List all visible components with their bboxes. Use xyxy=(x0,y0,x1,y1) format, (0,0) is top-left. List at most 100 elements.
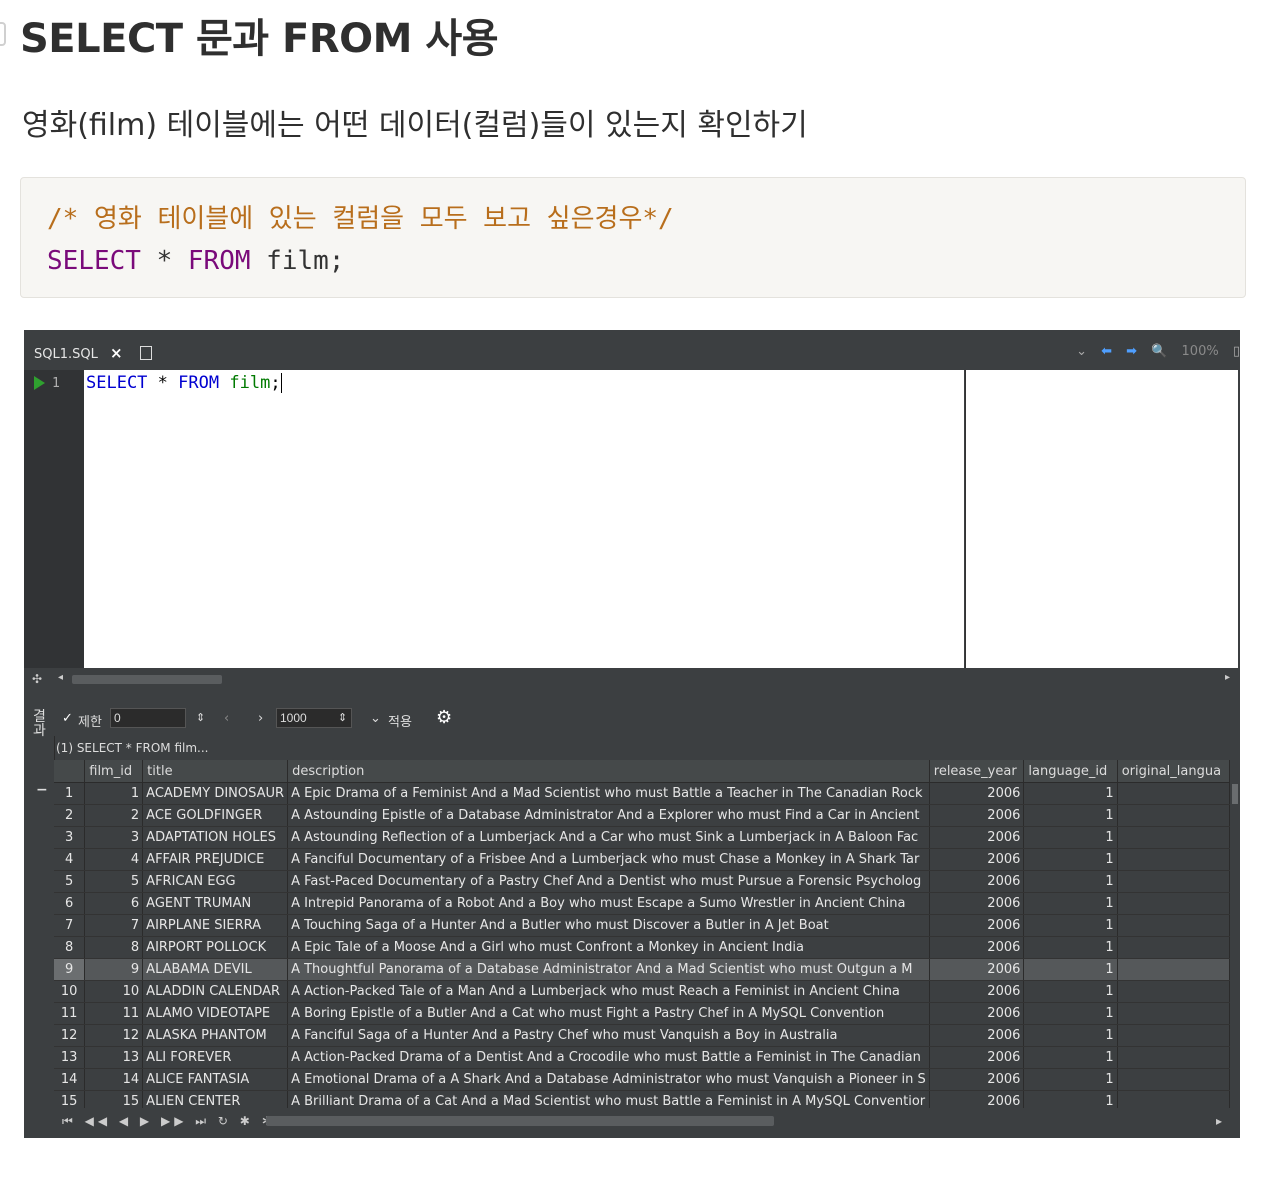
apply-button[interactable]: 적용 xyxy=(388,711,412,730)
table-cell[interactable]: ALAMO VIDEOTAPE xyxy=(142,1002,289,1025)
table-cell[interactable]: 8 xyxy=(84,936,144,959)
table-cell[interactable]: 1 xyxy=(1023,914,1118,937)
search-icon[interactable]: 🔍 xyxy=(1151,344,1167,359)
table-cell[interactable]: 11 xyxy=(84,1002,144,1025)
scroll-right-icon[interactable]: ▸ xyxy=(1216,1114,1222,1128)
navigation-icons[interactable]: ⏮ ◀◀ ◀ ▶ ▶▶ ⏭ ↻ ✱ ✲ ◂ xyxy=(62,1114,294,1129)
table-cell[interactable] xyxy=(1117,1046,1230,1069)
table-cell[interactable]: 1 xyxy=(1023,826,1118,849)
editor-hscrollbar[interactable]: ✣ ◂ ▸ xyxy=(24,670,1240,690)
table-cell[interactable]: 2006 xyxy=(929,1024,1025,1047)
table-cell[interactable]: A Fanciful Saga of a Hunter And a Pastry… xyxy=(287,1024,930,1047)
table-cell[interactable]: ALADDIN CALENDAR xyxy=(142,980,289,1003)
offset-stepper-icon[interactable]: ⇕ xyxy=(196,711,205,724)
table-cell[interactable]: A Epic Tale of a Moose And a Girl who mu… xyxy=(287,936,930,959)
table-cell[interactable] xyxy=(1117,1068,1230,1091)
table-cell[interactable]: A Emotional Drama of a A Shark And a Dat… xyxy=(287,1068,930,1091)
row-number[interactable]: 1 xyxy=(54,782,86,805)
table-cell[interactable]: ALI FOREVER xyxy=(142,1046,289,1069)
table-cell[interactable] xyxy=(1117,870,1230,893)
table-cell[interactable]: A Brilliant Drama of a Cat And a Mad Sci… xyxy=(287,1090,930,1108)
row-number[interactable]: 12 xyxy=(54,1024,86,1047)
scroll-right-icon[interactable]: ▸ xyxy=(1225,672,1230,683)
table-cell[interactable]: A Fanciful Documentary of a Frisbee And … xyxy=(287,848,930,871)
table-cell[interactable]: A Astounding Reflection of a Lumberjack … xyxy=(287,826,930,849)
table-cell[interactable]: 12 xyxy=(84,1024,144,1047)
table-cell[interactable]: A Intrepid Panorama of a Robot And a Boy… xyxy=(287,892,930,915)
table-cell[interactable]: 1 xyxy=(1023,958,1118,981)
row-number[interactable]: 9 xyxy=(54,958,86,981)
table-cell[interactable] xyxy=(1117,826,1230,849)
close-icon[interactable]: × xyxy=(110,344,123,362)
arrow-right-icon[interactable]: ➡ xyxy=(1126,344,1137,359)
table-cell[interactable]: 2006 xyxy=(929,958,1025,981)
table-cell[interactable]: 3 xyxy=(84,826,144,849)
table-cell[interactable]: ADAPTATION HOLES xyxy=(142,826,289,849)
table-cell[interactable]: 2006 xyxy=(929,892,1025,915)
column-header-original_langua[interactable]: original_langua xyxy=(1117,760,1230,783)
table-cell[interactable]: 2006 xyxy=(929,1068,1025,1091)
table-cell[interactable]: 2006 xyxy=(929,980,1025,1003)
table-row[interactable]: 2 2 ACE GOLDFINGER A Astounding Epistle of … xyxy=(54,804,1230,827)
table-cell[interactable]: 2006 xyxy=(929,914,1025,937)
table-cell[interactable]: ALICE FANTASIA xyxy=(142,1068,289,1091)
table-cell[interactable]: AFFAIR PREJUDICE xyxy=(142,848,289,871)
table-cell[interactable]: 1 xyxy=(1023,1090,1118,1108)
next-page-icon[interactable]: › xyxy=(258,711,263,726)
row-number[interactable]: 6 xyxy=(54,892,86,915)
new-tab-icon[interactable] xyxy=(140,346,152,360)
table-cell[interactable]: AIRPLANE SIERRA xyxy=(142,914,289,937)
table-row[interactable]: 15 15 ALIEN CENTER A Brilliant Drama of a C… xyxy=(54,1090,1230,1108)
dropdown-icon[interactable]: ⌄ xyxy=(1076,344,1087,359)
gear-icon[interactable]: ⚙ xyxy=(436,707,452,728)
sql-editor[interactable]: SELECT * FROM film; xyxy=(84,370,964,668)
table-cell[interactable] xyxy=(1117,914,1230,937)
table-cell[interactable]: 1 xyxy=(1023,1068,1118,1091)
table-row[interactable]: 13 13 ALI FOREVER A Action-Packed Drama of … xyxy=(54,1046,1230,1069)
grid-hscroll-thumb[interactable] xyxy=(266,1116,774,1126)
table-row[interactable]: 11 11 ALAMO VIDEOTAPE A Boring Epistle of a… xyxy=(54,1002,1230,1025)
table-cell[interactable] xyxy=(1117,892,1230,915)
panel-icon[interactable]: ▯ xyxy=(1233,344,1240,359)
table-cell[interactable]: 15 xyxy=(84,1090,144,1108)
row-number[interactable]: 3 xyxy=(54,826,86,849)
table-cell[interactable]: 9 xyxy=(84,958,144,981)
table-cell[interactable]: 1 xyxy=(1023,1024,1118,1047)
column-header-film_id[interactable]: film_id xyxy=(84,760,144,783)
table-cell[interactable] xyxy=(1117,958,1230,981)
table-cell[interactable]: 1 xyxy=(1023,1002,1118,1025)
table-cell[interactable]: 6 xyxy=(84,892,144,915)
table-cell[interactable]: ALABAMA DEVIL xyxy=(142,958,289,981)
table-cell[interactable]: A Fast-Paced Documentary of a Pastry Che… xyxy=(287,870,930,893)
table-cell[interactable]: A Action-Packed Tale of a Man And a Lumb… xyxy=(287,980,930,1003)
table-cell[interactable]: 1 xyxy=(1023,936,1118,959)
table-cell[interactable]: 1 xyxy=(1023,1046,1118,1069)
table-cell[interactable]: 13 xyxy=(84,1046,144,1069)
column-header-rownum[interactable] xyxy=(54,760,86,783)
table-cell[interactable]: 1 xyxy=(1023,870,1118,893)
table-cell[interactable]: ACADEMY DINOSAUR xyxy=(142,782,289,805)
table-cell[interactable]: 2006 xyxy=(929,804,1025,827)
table-cell[interactable]: 7 xyxy=(84,914,144,937)
row-number[interactable]: 2 xyxy=(54,804,86,827)
table-cell[interactable]: AIRPORT POLLOCK xyxy=(142,936,289,959)
scroll-left-icon[interactable]: ◂ xyxy=(58,672,63,683)
table-cell[interactable]: A Astounding Epistle of a Database Admin… xyxy=(287,804,930,827)
editor-hscroll-thumb[interactable] xyxy=(72,675,222,684)
table-row[interactable]: 4 4 AFFAIR PREJUDICE A Fanciful Documentary… xyxy=(54,848,1230,871)
table-cell[interactable]: 2006 xyxy=(929,1002,1025,1025)
table-row[interactable]: 5 5 AFRICAN EGG A Fast-Paced Documentary of… xyxy=(54,870,1230,893)
split-icon[interactable]: ✣ xyxy=(32,672,42,686)
row-number[interactable]: 4 xyxy=(54,848,86,871)
chevron-down-icon[interactable]: ⌄ xyxy=(370,711,381,726)
table-row[interactable]: 7 7 AIRPLANE SIERRA A Touching Saga of a Hu… xyxy=(54,914,1230,937)
table-cell[interactable]: A Touching Saga of a Hunter And a Butler… xyxy=(287,914,930,937)
row-number[interactable]: 10 xyxy=(54,980,86,1003)
tab-sql1[interactable]: SQL1.SQL × xyxy=(24,340,136,370)
table-cell[interactable]: 4 xyxy=(84,848,144,871)
row-number[interactable]: 11 xyxy=(54,1002,86,1025)
table-cell[interactable]: A Thoughtful Panorama of a Database Admi… xyxy=(287,958,930,981)
table-cell[interactable]: ALASKA PHANTOM xyxy=(142,1024,289,1047)
table-row[interactable]: 9 9 ALABAMA DEVIL A Thoughtful Panorama of … xyxy=(54,958,1230,981)
row-number[interactable]: 7 xyxy=(54,914,86,937)
